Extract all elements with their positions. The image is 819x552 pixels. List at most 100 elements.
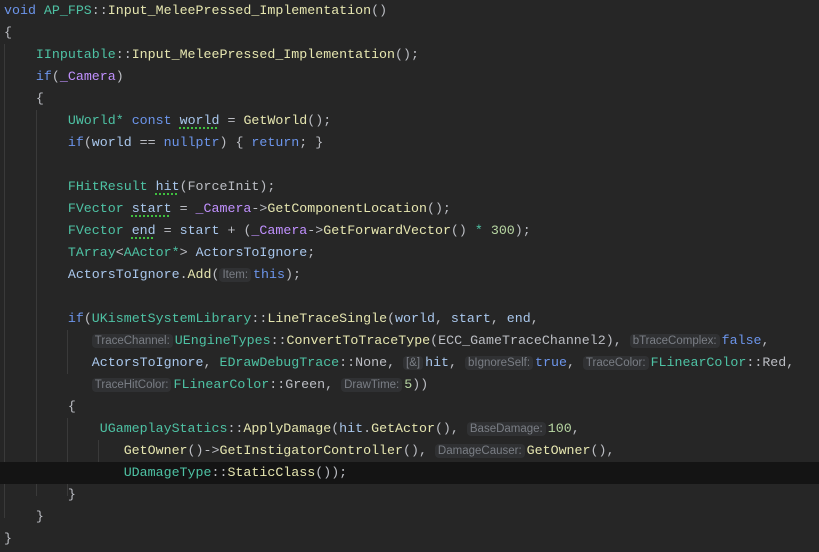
code-token: if bbox=[67, 135, 84, 150]
code-line[interactable]: UWorld* const world = GetWorld(); bbox=[4, 110, 819, 132]
code-token: , bbox=[530, 311, 539, 326]
code-token: :: bbox=[339, 355, 356, 370]
code-token: * bbox=[171, 245, 180, 260]
inlay-parameter-hint: TraceHitColor: bbox=[91, 378, 172, 392]
code-token: hit bbox=[155, 179, 180, 194]
code-token: , bbox=[786, 355, 795, 370]
code-token: end bbox=[506, 311, 531, 326]
code-line[interactable]: ActorsToIgnore.Add(Item: this); bbox=[4, 264, 819, 286]
code-token: { bbox=[4, 91, 44, 106]
code-token: Green bbox=[285, 377, 326, 392]
code-token: nullptr bbox=[163, 135, 220, 150]
code-token: ( bbox=[83, 135, 92, 150]
inlay-parameter-hint: bTraceComplex: bbox=[629, 334, 720, 348]
code-line[interactable]: { bbox=[4, 22, 819, 44]
code-token: (), bbox=[403, 443, 435, 458]
code-token: ECC_GameTraceChannel2 bbox=[438, 333, 606, 348]
code-token: world bbox=[91, 135, 132, 150]
code-token: , bbox=[571, 421, 580, 436]
code-token: } bbox=[4, 509, 44, 524]
code-token: (), bbox=[434, 421, 467, 436]
code-token: Red bbox=[762, 355, 787, 370]
code-line[interactable]: } bbox=[4, 506, 819, 528]
code-token: :: bbox=[91, 3, 108, 18]
code-line[interactable]: FHitResult hit(ForceInit); bbox=[4, 176, 819, 198]
code-token: false bbox=[721, 333, 762, 348]
code-token: UGameplayStatics bbox=[99, 421, 228, 436]
code-token: ); bbox=[259, 179, 276, 194]
code-token: , bbox=[761, 333, 770, 348]
code-token: ForceInit bbox=[187, 179, 260, 194]
code-line[interactable]: FVector start = _Camera->GetComponentLoc… bbox=[4, 198, 819, 220]
code-token: UEngineTypes bbox=[174, 333, 271, 348]
code-token: > bbox=[179, 245, 196, 260]
code-line[interactable]: { bbox=[4, 396, 819, 418]
code-line[interactable]: if(world == nullptr) { return; } bbox=[4, 132, 819, 154]
code-line[interactable]: TArray<AActor*> ActorsToIgnore; bbox=[4, 242, 819, 264]
code-token: :: bbox=[115, 47, 132, 62]
code-token: , bbox=[566, 355, 583, 370]
code-token: ( bbox=[387, 311, 396, 326]
code-token: { bbox=[4, 399, 76, 414]
code-line[interactable]: } bbox=[4, 528, 819, 550]
code-token: , bbox=[203, 355, 220, 370]
code-line[interactable]: GetOwner()->GetInstigatorController(), D… bbox=[4, 440, 819, 462]
code-token: return bbox=[251, 135, 300, 150]
code-token: (); bbox=[307, 113, 332, 128]
code-line[interactable]: TraceHitColor: FLinearColor::Green, DrawT… bbox=[4, 374, 819, 396]
code-line[interactable]: FVector end = start + (_Camera->GetForwa… bbox=[4, 220, 819, 242]
code-token: , bbox=[387, 355, 404, 370]
inlay-parameter-hint: DrawTime: bbox=[341, 378, 403, 392]
code-token: StaticClass bbox=[227, 465, 316, 480]
code-line[interactable]: TraceChannel: UEngineTypes::ConvertToTrac… bbox=[4, 330, 819, 352]
code-line[interactable]: { bbox=[4, 88, 819, 110]
code-line[interactable]: } bbox=[4, 484, 819, 506]
code-line[interactable]: UGameplayStatics::ApplyDamage(hit.GetAct… bbox=[4, 418, 819, 440]
code-editor[interactable]: void AP_FPS::Input_MeleePressed_Implemen… bbox=[0, 0, 819, 550]
code-token: start bbox=[179, 223, 220, 238]
code-line[interactable]: if(_Camera) bbox=[4, 66, 819, 88]
code-token: Add bbox=[187, 267, 212, 282]
code-line[interactable]: ActorsToIgnore, EDrawDebugTrace::None, [… bbox=[4, 352, 819, 374]
code-token: LineTraceSingle bbox=[267, 311, 388, 326]
code-token: true bbox=[535, 355, 567, 370]
code-line[interactable] bbox=[4, 154, 819, 176]
code-token: 100 bbox=[547, 421, 572, 436]
code-token: :: bbox=[227, 421, 244, 436]
code-token: ()); bbox=[315, 465, 348, 480]
code-token: end bbox=[131, 223, 156, 238]
code-token: ; } bbox=[299, 135, 324, 150]
code-token: GetComponentLocation bbox=[267, 201, 427, 216]
code-token: ( bbox=[51, 69, 60, 84]
code-token: _Camera bbox=[59, 69, 116, 84]
code-token: ConvertToTraceType bbox=[286, 333, 431, 348]
code-token: ()-> bbox=[187, 443, 220, 458]
code-token: :: bbox=[251, 311, 268, 326]
code-line[interactable]: IInputable::Input_MeleePressed_Implement… bbox=[4, 44, 819, 66]
code-token: ( bbox=[430, 333, 439, 348]
code-token: FHitResult bbox=[67, 179, 156, 194]
code-token: ); bbox=[284, 267, 301, 282]
code-token: ) bbox=[115, 69, 124, 84]
code-line[interactable] bbox=[4, 286, 819, 308]
code-token: AActor bbox=[123, 245, 172, 260]
code-line[interactable]: if(UKismetSystemLibrary::LineTraceSingle… bbox=[4, 308, 819, 330]
code-token: UKismetSystemLibrary bbox=[91, 311, 252, 326]
code-line-current[interactable]: UDamageType::StaticClass()); bbox=[0, 462, 819, 484]
code-token: start bbox=[131, 201, 172, 216]
code-line[interactable]: void AP_FPS::Input_MeleePressed_Implemen… bbox=[4, 0, 819, 22]
code-token: = bbox=[219, 113, 244, 128]
code-token: FLinearColor bbox=[650, 355, 747, 370]
